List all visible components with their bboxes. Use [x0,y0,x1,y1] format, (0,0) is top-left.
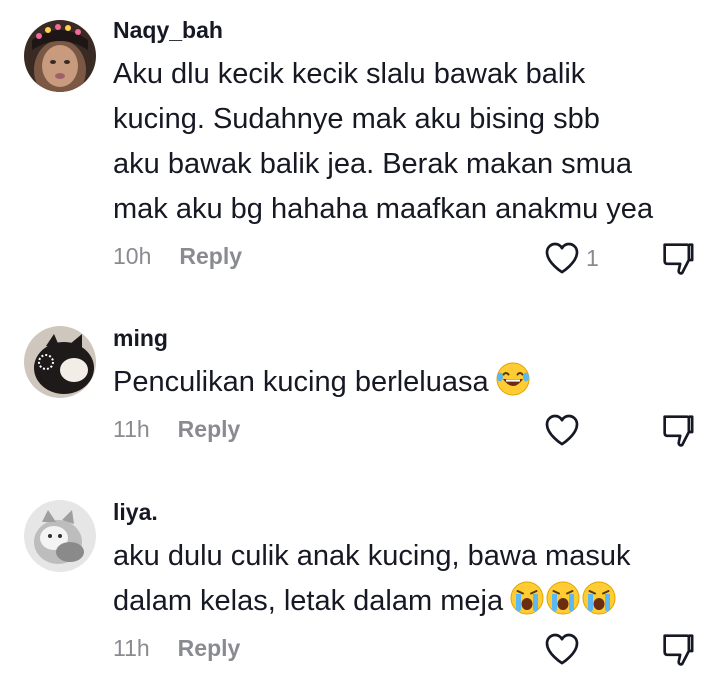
reply-button[interactable]: Reply [178,416,241,442]
timestamp: 11h [113,416,150,442]
avatar[interactable] [24,326,96,398]
like-button[interactable]: 1 [542,238,599,278]
username[interactable]: ming [113,325,168,352]
comment-text-content: Penculikan kucing berleluasa [113,366,489,398]
thumbs-down-icon [658,238,698,278]
heart-icon [542,410,582,450]
like-count: 1 [586,244,599,271]
comment-text-line: dalam kelas, letak dalam meja [113,579,713,624]
avatar[interactable] [24,20,96,92]
avatar[interactable] [24,500,96,572]
dislike-button[interactable] [658,629,698,669]
comment-text-line: kucing. Sudahnye mak aku bising sbb [113,103,600,135]
reply-button[interactable]: Reply [179,243,242,269]
loudly-crying-emoji-icon [509,580,545,616]
comment-text-line: mak aku bg hahaha maafkan anakmu yea [113,193,654,225]
comment-text: aku dulu culik anak kucing, bawa masuk d… [113,534,713,624]
reply-button[interactable]: Reply [178,635,241,661]
comment-text: Aku dlu kecik kecik slalu bawak balik ku… [113,52,713,232]
comment-text-line: aku bawak balik jea. Berak makan smua [113,148,633,180]
comment-text: Penculikan kucing berleluasa [113,360,713,405]
comment-text-line: Penculikan kucing berleluasa [113,360,713,405]
like-button[interactable] [542,410,582,450]
thumbs-down-icon [658,629,698,669]
heart-icon [542,238,582,278]
loudly-crying-emoji-icon [581,580,617,616]
username[interactable]: liya. [113,499,158,526]
timestamp: 11h [113,635,150,661]
comment-text-line: Aku dlu kecik kecik slalu bawak balik [113,58,586,90]
thumbs-down-icon [658,410,698,450]
timestamp: 10h [113,243,152,269]
comment-meta: 10h Reply [113,243,242,270]
comment-meta: 11h Reply [113,416,240,443]
comment-meta: 11h Reply [113,635,240,662]
heart-icon [542,629,582,669]
laughing-tears-emoji-icon [495,361,531,397]
dislike-button[interactable] [658,238,698,278]
username[interactable]: Naqy_bah [113,17,223,44]
comment-text-content: dalam kelas, letak dalam meja [113,585,504,617]
loudly-crying-emoji-icon [545,580,581,616]
dislike-button[interactable] [658,410,698,450]
like-button[interactable] [542,629,582,669]
comment-text-line: aku dulu culik anak kucing, bawa masuk [113,540,631,572]
